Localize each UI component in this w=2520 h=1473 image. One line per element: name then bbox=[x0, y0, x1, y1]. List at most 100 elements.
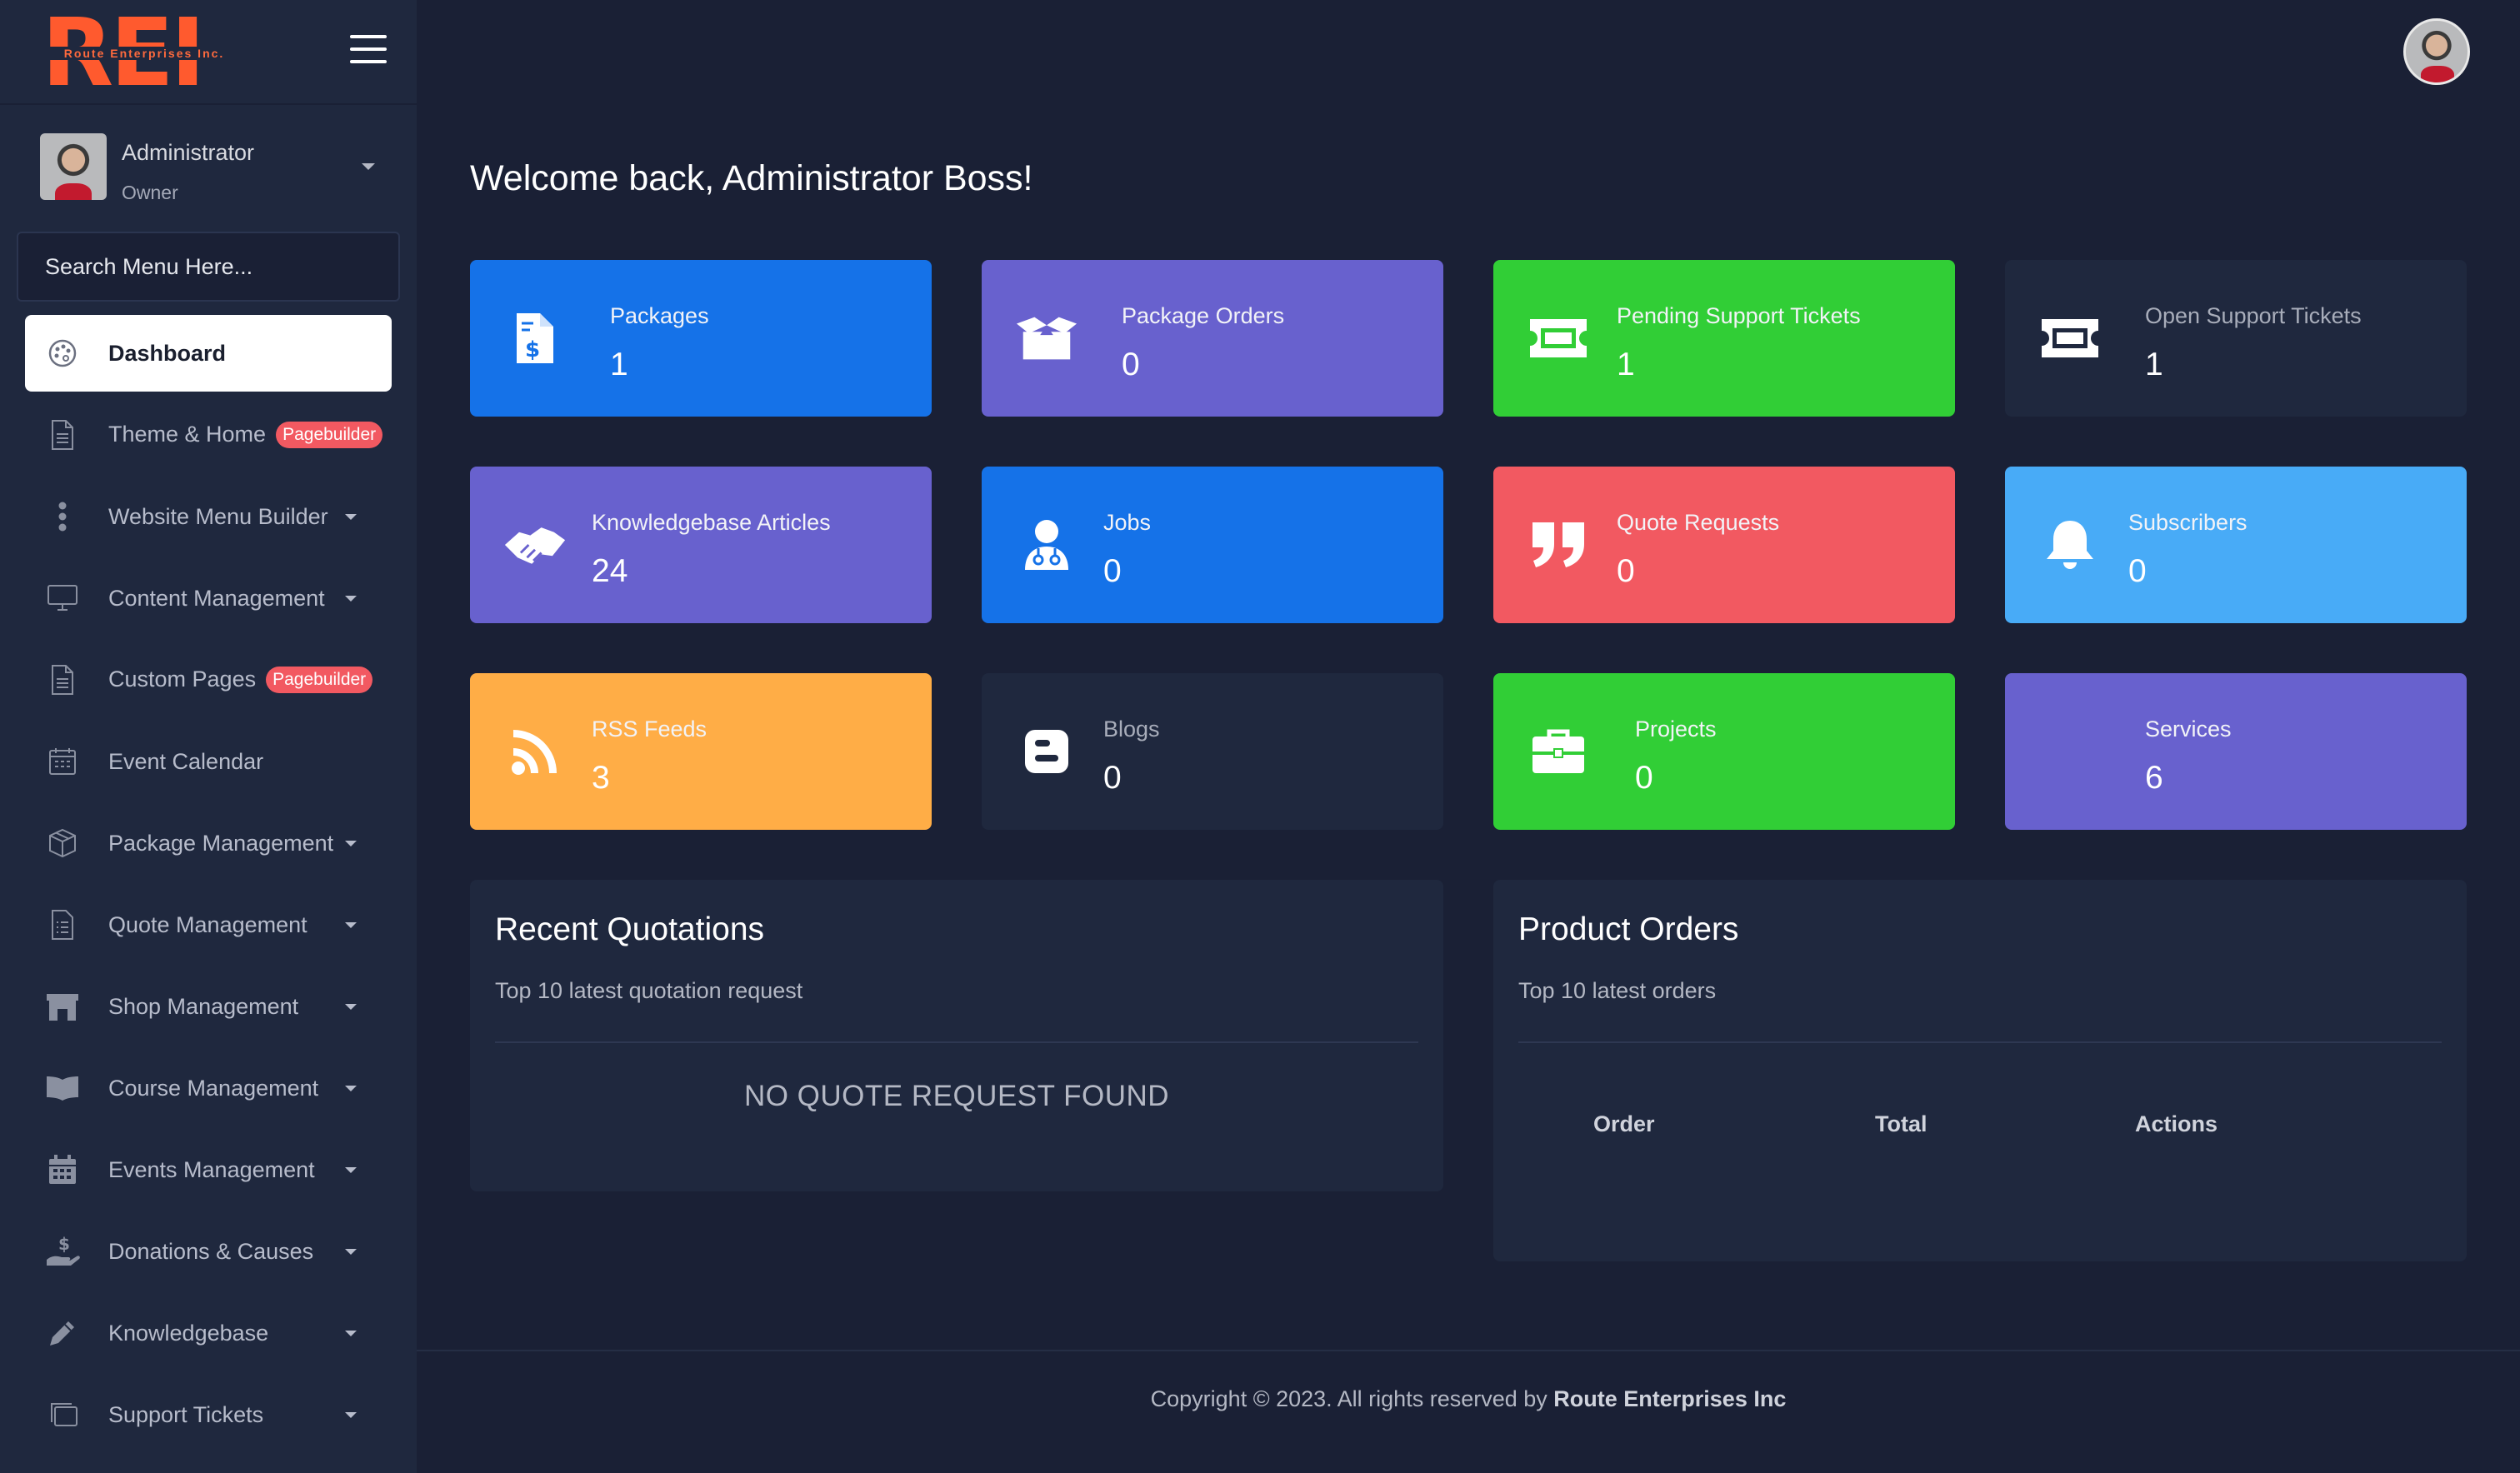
bell-icon bbox=[2038, 515, 2102, 575]
stat-card-services[interactable]: Services 6 bbox=[2005, 673, 2467, 830]
page-title: Welcome back, Administrator Boss! bbox=[470, 158, 1033, 198]
company-link[interactable]: Route Enterprises Inc bbox=[1553, 1386, 1786, 1411]
stat-card-knowledgebase-articles[interactable]: Knowledgebase Articles 24 bbox=[470, 467, 932, 623]
stat-card-pending-support-tickets[interactable]: Pending Support Tickets 1 bbox=[1493, 260, 1955, 417]
sidebar-item-label: Content Management bbox=[108, 585, 325, 611]
hamburger-menu-icon[interactable] bbox=[350, 35, 387, 63]
card-value: 1 bbox=[2145, 347, 2163, 382]
stat-card-projects[interactable]: Projects 0 bbox=[1493, 673, 1955, 830]
card-value: 24 bbox=[592, 553, 628, 589]
palette-icon bbox=[45, 336, 80, 371]
sidebar-item-label: Website Menu Builder bbox=[108, 503, 328, 529]
sidebar-item-label: Dashboard bbox=[108, 340, 227, 366]
card-title: Services bbox=[2145, 717, 2232, 741]
logo-tagline: Route Enterprises Inc. bbox=[45, 47, 243, 60]
stat-card-packages[interactable]: $ Packages 1 bbox=[470, 260, 932, 417]
card-value: 6 bbox=[2145, 760, 2163, 796]
sidebar-item-label: Theme & Home bbox=[108, 421, 267, 447]
caret-down-icon bbox=[345, 513, 357, 520]
stat-card-quote-requests[interactable]: Quote Requests 0 bbox=[1493, 467, 1955, 623]
document-icon bbox=[45, 417, 80, 452]
stat-card-package-orders[interactable]: Package Orders 0 bbox=[982, 260, 1443, 417]
footer: Copyright © 2023. All rights reserved by… bbox=[417, 1350, 2520, 1473]
card-title: Quote Requests bbox=[1617, 510, 1780, 535]
card-value: 0 bbox=[1617, 553, 1635, 589]
sidebar-item-support-tickets[interactable]: Support Tickets bbox=[25, 1376, 392, 1453]
sidebar-item-knowledgebase[interactable]: Knowledgebase bbox=[25, 1295, 392, 1371]
sidebar-item-events-management[interactable]: Events Management bbox=[25, 1131, 392, 1208]
sidebar-item-donations-causes[interactable]: $ Donations & Causes bbox=[25, 1213, 392, 1290]
user-avatar-button[interactable] bbox=[2403, 18, 2470, 85]
sidebar-item-dashboard[interactable]: Dashboard bbox=[25, 315, 392, 392]
caret-down-icon bbox=[345, 1166, 357, 1173]
stat-card-rss-feeds[interactable]: RSS Feeds 3 bbox=[470, 673, 932, 830]
empty-state-message: NO QUOTE REQUEST FOUND bbox=[743, 1080, 1170, 1112]
handshake-icon bbox=[503, 515, 567, 575]
card-title: Packages bbox=[610, 303, 709, 328]
svg-text:$: $ bbox=[58, 1235, 70, 1254]
blogger-icon bbox=[1015, 722, 1078, 781]
pagebuilder-badge: Pagebuilder bbox=[266, 667, 373, 694]
panel-title: Product Orders bbox=[1518, 911, 1739, 947]
card-value: 3 bbox=[592, 760, 610, 796]
sidebar: REI Route Enterprises Inc. Administrator… bbox=[0, 0, 417, 1473]
caret-down-icon bbox=[345, 840, 357, 846]
sidebar-item-course-management[interactable]: Course Management bbox=[25, 1050, 392, 1126]
caret-down-icon bbox=[345, 1003, 357, 1010]
book-icon bbox=[45, 1071, 80, 1106]
column-header-order[interactable]: Order bbox=[1593, 1111, 1655, 1137]
user-profile-toggle[interactable]: Administrator Owner bbox=[40, 133, 390, 208]
card-value: 1 bbox=[1617, 347, 1635, 382]
ticket-icon bbox=[2038, 308, 2102, 368]
vertical-dots-icon bbox=[45, 499, 80, 534]
sidebar-item-label: Events Management bbox=[108, 1156, 315, 1182]
card-title: Pending Support Tickets bbox=[1617, 303, 1861, 328]
recent-quotations-panel: Recent Quotations Top 10 latest quotatio… bbox=[470, 880, 1443, 1191]
sidebar-item-event-calendar[interactable]: Event Calendar bbox=[25, 723, 392, 800]
rss-icon bbox=[503, 722, 567, 781]
divider bbox=[495, 1041, 1418, 1043]
card-title: Package Orders bbox=[1122, 303, 1285, 328]
caret-down-icon bbox=[362, 163, 375, 170]
sidebar-item-theme-home[interactable]: Theme & Home Pagebuilder bbox=[25, 397, 392, 473]
sidebar-item-content-management[interactable]: Content Management bbox=[25, 560, 392, 637]
caret-down-icon bbox=[345, 1248, 357, 1255]
caret-down-icon bbox=[345, 1085, 357, 1091]
card-title: Projects bbox=[1635, 717, 1717, 741]
sidebar-item-quote-management[interactable]: Quote Management bbox=[25, 886, 392, 963]
brand-logo[interactable]: REI Route Enterprises Inc. bbox=[42, 3, 245, 103]
card-value: 0 bbox=[2128, 553, 2147, 589]
sidebar-item-label: Quote Management bbox=[108, 911, 308, 937]
stat-card-subscribers[interactable]: Subscribers 0 bbox=[2005, 467, 2467, 623]
calendar-icon bbox=[45, 1152, 80, 1187]
caret-down-icon bbox=[345, 921, 357, 928]
copyright-label: Copyright © 2023. All rights reserved by bbox=[1150, 1386, 1554, 1411]
sidebar-item-label: Knowledgebase bbox=[108, 1320, 269, 1346]
store-icon bbox=[45, 989, 80, 1024]
product-orders-panel: Product Orders Top 10 latest orders Orde… bbox=[1493, 880, 2467, 1261]
copyright-text: Copyright © 2023. All rights reserved by… bbox=[417, 1386, 2520, 1412]
avatar bbox=[40, 133, 107, 200]
column-header-total[interactable]: Total bbox=[1875, 1111, 1928, 1137]
ticket-icon bbox=[1527, 308, 1590, 368]
stat-card-jobs[interactable]: Jobs 0 bbox=[982, 467, 1443, 623]
sidebar-item-website-menu-builder[interactable]: Website Menu Builder bbox=[25, 478, 392, 555]
user-doctor-icon bbox=[1015, 515, 1078, 575]
quote-icon bbox=[1527, 515, 1590, 575]
card-value: 0 bbox=[1103, 760, 1122, 796]
briefcase-icon bbox=[1527, 722, 1590, 781]
menu-search-input[interactable] bbox=[17, 232, 400, 302]
panel-title: Recent Quotations bbox=[495, 911, 765, 947]
stat-card-open-support-tickets[interactable]: Open Support Tickets 1 bbox=[2005, 260, 2467, 417]
card-value: 0 bbox=[1635, 760, 1653, 796]
sidebar-item-custom-pages[interactable]: Custom Pages Pagebuilder bbox=[25, 642, 392, 718]
panel-subtitle: Top 10 latest quotation request bbox=[495, 978, 803, 1003]
user-role: Owner bbox=[122, 182, 178, 203]
calendar-grid-icon bbox=[45, 744, 80, 779]
sidebar-item-package-management[interactable]: Package Management bbox=[25, 805, 392, 881]
stat-card-blogs[interactable]: Blogs 0 bbox=[982, 673, 1443, 830]
sidebar-item-shop-management[interactable]: Shop Management bbox=[25, 968, 392, 1045]
sidebar-item-label: Package Management bbox=[108, 830, 334, 856]
divider bbox=[1518, 1041, 2442, 1043]
document-list-icon bbox=[45, 907, 80, 942]
